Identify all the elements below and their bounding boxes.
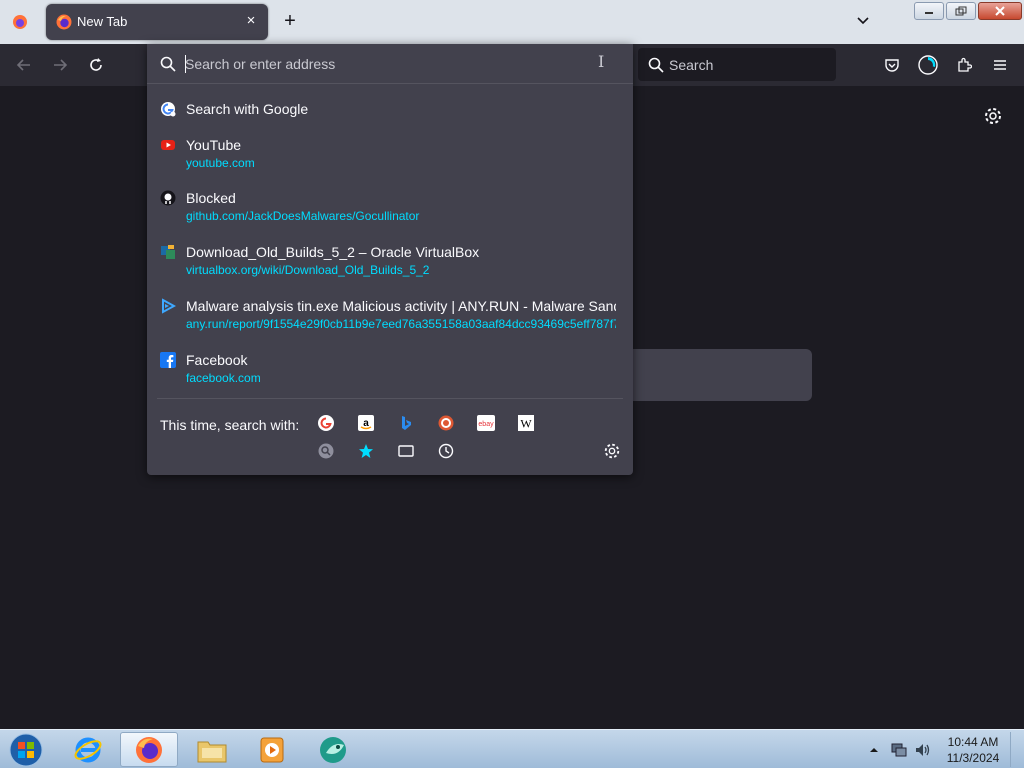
close-tab-icon[interactable]: ×: [242, 12, 260, 30]
result-title: Blocked: [186, 190, 236, 206]
gear-icon[interactable]: [983, 106, 1003, 126]
wikipedia-icon[interactable]: W: [516, 413, 536, 433]
amazon-icon[interactable]: a: [356, 413, 376, 433]
search-icon: [160, 56, 176, 72]
anyrun-icon: [162, 298, 176, 314]
youtube-icon: [161, 140, 175, 150]
network-icon[interactable]: [888, 732, 910, 767]
google-icon[interactable]: [316, 413, 336, 433]
pocket-icon[interactable]: [880, 53, 904, 77]
menu-icon[interactable]: [988, 53, 1012, 77]
window-controls: [914, 2, 1022, 20]
extensions-icon[interactable]: [952, 53, 976, 77]
ibeam-cursor-icon: I: [598, 52, 605, 71]
tabs-icon[interactable]: [396, 441, 416, 461]
divider: [157, 398, 623, 399]
show-desktop-button[interactable]: [1010, 732, 1024, 767]
result-title: Malware analysis tin.exe Malicious activ…: [186, 298, 616, 314]
result-url: any.run/report/9f1554e29f0cb11b9e7eed76a…: [186, 317, 616, 331]
volume-icon[interactable]: [912, 732, 934, 767]
url-dropdown: I Search with Google YouTube youtube.com…: [147, 44, 633, 475]
result-title: Search with Google: [186, 101, 309, 117]
search-icon[interactable]: [316, 441, 336, 461]
file-explorer-icon[interactable]: [186, 732, 238, 767]
result-url: virtualbox.org/wiki/Download_Old_Builds_…: [186, 263, 430, 277]
text-caret: [185, 55, 186, 73]
search-icon: [648, 57, 664, 73]
windows-taskbar: 10:44 AM 11/3/2024: [0, 729, 1024, 768]
forward-icon[interactable]: [48, 53, 72, 77]
url-input[interactable]: [185, 54, 585, 74]
result-title: Facebook: [186, 352, 248, 368]
search-bar[interactable]: Search: [638, 48, 836, 81]
result-url: github.com/JackDoesMalwares/Gocullinator: [186, 209, 420, 223]
page-search-box[interactable]: [632, 349, 812, 401]
svg-text:W: W: [520, 417, 532, 431]
firefox-taskbar-icon[interactable]: [120, 732, 178, 767]
internet-explorer-icon[interactable]: [62, 732, 114, 767]
virtualbox-icon: [161, 245, 175, 259]
result-title: Download_Old_Builds_5_2 – Oracle Virtual…: [186, 244, 480, 260]
search-bar-placeholder: Search: [669, 57, 714, 73]
tray-expand-icon[interactable]: [866, 732, 882, 767]
svg-text:ebay: ebay: [478, 421, 494, 428]
restore-button[interactable]: [946, 2, 976, 20]
bing-icon[interactable]: [396, 413, 416, 433]
tab-title: New Tab: [77, 14, 128, 29]
account-icon[interactable]: [916, 53, 940, 77]
search-settings-gear-icon[interactable]: [602, 441, 622, 461]
tab-strip: New Tab × +: [0, 0, 1024, 44]
result-url: youtube.com: [186, 156, 255, 170]
facebook-icon: [160, 352, 176, 368]
tab-new-tab[interactable]: New Tab ×: [46, 4, 268, 40]
github-icon: [160, 190, 176, 206]
address-bar[interactable]: I: [147, 44, 633, 84]
result-url: facebook.com: [186, 371, 261, 385]
history-icon[interactable]: [436, 441, 456, 461]
close-window-button[interactable]: [978, 2, 1022, 20]
chevron-down-icon[interactable]: [855, 12, 873, 30]
ebay-icon[interactable]: ebay: [476, 413, 496, 433]
svg-text:a: a: [363, 418, 369, 429]
clock-date: 11/3/2024: [946, 751, 1000, 765]
app-icon[interactable]: [308, 732, 360, 767]
system-clock[interactable]: 10:44 AM 11/3/2024: [944, 734, 1002, 766]
duckduckgo-icon[interactable]: [436, 413, 456, 433]
firefox-icon: [56, 14, 72, 30]
reload-icon[interactable]: [84, 53, 108, 77]
oneoff-label: This time, search with:: [160, 417, 300, 433]
start-button-icon[interactable]: [4, 732, 48, 767]
bookmarks-icon[interactable]: [356, 441, 376, 461]
result-title: YouTube: [186, 137, 242, 153]
media-player-icon[interactable]: [246, 732, 298, 767]
new-tab-button[interactable]: +: [279, 11, 301, 33]
clock-time: 10:44 AM: [947, 735, 999, 749]
minimize-button[interactable]: [914, 2, 944, 20]
firefox-view-icon[interactable]: [8, 10, 32, 34]
back-icon[interactable]: [12, 53, 36, 77]
google-icon: [161, 102, 176, 117]
